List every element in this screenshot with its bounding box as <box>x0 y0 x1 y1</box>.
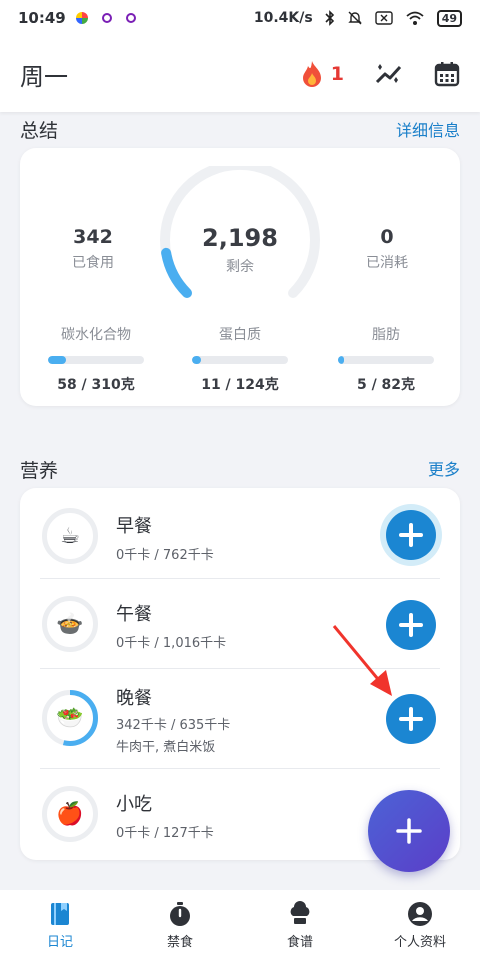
net-speed: 10.4K/s <box>253 10 313 26</box>
chef-hat-icon <box>290 900 310 924</box>
day-title: 周一 <box>20 62 68 91</box>
meal-name: 早餐 <box>116 516 152 537</box>
remaining-label: 剩余 <box>226 259 254 275</box>
remaining-value: 2,198 <box>202 224 278 252</box>
macro-value: 58 / 310克 <box>57 377 135 393</box>
plus-icon <box>396 818 422 844</box>
app-notification-icon <box>125 13 136 23</box>
meal-name: 午餐 <box>116 604 152 625</box>
macro-protein: 蛋白质 11 / 124克 <box>175 324 305 394</box>
meal-foods: 牛肉干, 煮白米饭 <box>116 740 216 755</box>
carbs-progress-bar <box>48 356 144 364</box>
calendar-icon[interactable] <box>434 61 460 87</box>
meal-calories: 342千卡 / 635千卡 <box>116 718 231 733</box>
meal-calories: 0千卡 / 127千卡 <box>116 826 214 841</box>
nav-profile[interactable]: 个人资料 <box>360 890 480 960</box>
top-app-bar: 周一 1 <box>0 36 480 112</box>
nav-recipes[interactable]: 食谱 <box>240 890 360 960</box>
stopwatch-icon <box>170 901 190 926</box>
burned-label: 已消耗 <box>366 255 408 271</box>
nav-label: 禁食 <box>166 934 193 950</box>
app-notification-icon <box>101 13 112 23</box>
bottom-navigation: 日记 禁食 食谱 个人资料 <box>0 890 480 960</box>
macro-fat: 脂肪 5 / 82克 <box>321 324 451 394</box>
quick-add-fab[interactable] <box>368 790 450 872</box>
sim-x-icon <box>374 11 393 25</box>
fat-progress-bar <box>338 356 434 364</box>
add-breakfast-button[interactable] <box>386 510 436 560</box>
summary-card: 342 已食用 2,198 剩余 0 已消耗 碳水化合物 58 / 310克 蛋… <box>20 148 460 406</box>
meal-name: 晚餐 <box>116 688 152 709</box>
more-link[interactable]: 更多 <box>428 456 460 480</box>
details-link[interactable]: 详细信息 <box>396 117 460 141</box>
meal-name: 小吃 <box>116 794 152 815</box>
bluetooth-icon <box>325 10 334 26</box>
diary-book-icon <box>51 902 69 925</box>
nav-label: 个人资料 <box>393 934 446 950</box>
divider <box>40 768 440 769</box>
meal-breakfast[interactable]: ☕ 早餐 0千卡 / 762千卡 <box>20 492 460 582</box>
eaten-value: 342 <box>73 226 113 248</box>
profile-icon <box>408 901 432 926</box>
macro-name: 脂肪 <box>372 327 400 343</box>
plus-icon <box>399 707 423 731</box>
apple-icon: 🍎 <box>42 786 98 842</box>
eaten-label: 已食用 <box>72 255 114 271</box>
battery-level: 49 <box>436 9 462 27</box>
mute-bell-icon <box>347 11 362 25</box>
nav-fasting[interactable]: 禁食 <box>120 890 240 960</box>
macro-name: 碳水化合物 <box>61 327 131 343</box>
meal-calories: 0千卡 / 1,016千卡 <box>116 636 227 651</box>
plus-icon <box>399 613 423 637</box>
nutrition-title: 营养 <box>20 460 59 482</box>
arrow-annotation-icon <box>332 625 392 696</box>
macro-value: 11 / 124克 <box>201 377 279 393</box>
salad-icon: 🥗 <box>56 705 84 731</box>
nav-label: 食谱 <box>286 934 313 950</box>
remaining-stat: 2,198 剩余 <box>185 224 295 276</box>
coffee-cup-icon: ☕ <box>42 508 98 564</box>
macro-carbs: 碳水化合物 58 / 310克 <box>31 324 161 394</box>
plus-icon <box>399 523 423 547</box>
nav-label: 日记 <box>46 934 73 950</box>
eaten-stat: 342 已食用 <box>38 226 148 272</box>
summary-title: 总结 <box>20 120 59 142</box>
nav-diary[interactable]: 日记 <box>0 890 120 960</box>
streak-count: 1 <box>330 63 344 85</box>
macro-name: 蛋白质 <box>219 327 261 343</box>
burned-value: 0 <box>380 226 394 248</box>
trend-chart-icon[interactable] <box>374 61 404 87</box>
status-time: 10:49 <box>18 9 66 27</box>
divider <box>40 578 440 579</box>
app-notification-icon <box>75 12 88 24</box>
protein-progress-bar <box>192 356 288 364</box>
flame-icon <box>302 61 321 87</box>
streak-badge[interactable]: 1 <box>299 60 344 88</box>
status-bar: 10:49 10.4K/s 49 <box>0 0 480 36</box>
meal-calories: 0千卡 / 762千卡 <box>116 548 214 563</box>
burned-stat: 0 已消耗 <box>332 226 442 272</box>
pot-icon: 🍲 <box>42 596 98 652</box>
wifi-icon <box>406 11 424 25</box>
macro-value: 5 / 82克 <box>356 377 416 393</box>
